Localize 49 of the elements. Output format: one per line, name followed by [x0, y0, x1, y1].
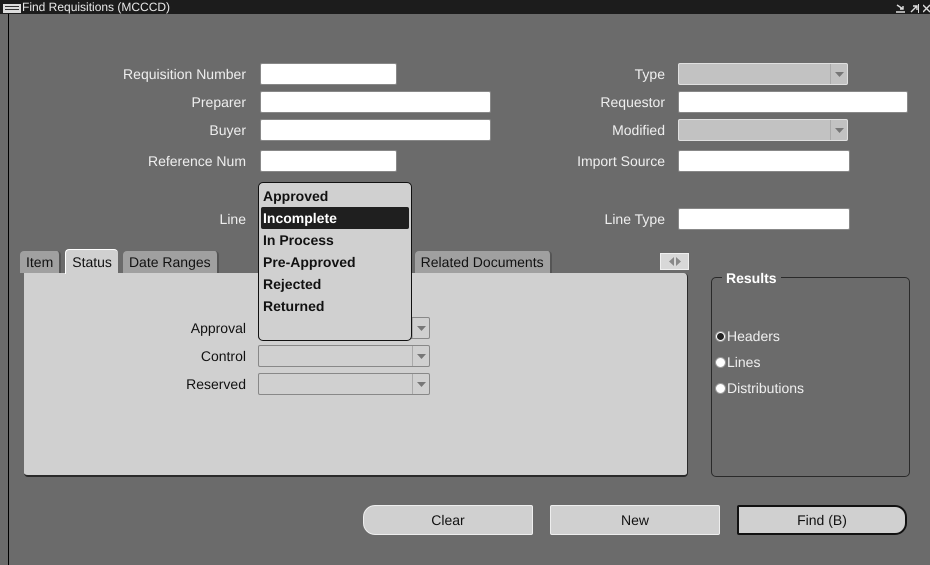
field-label: Line — [218, 210, 246, 228]
radio-option[interactable]: Lines — [715, 352, 909, 372]
action-button[interactable]: New — [550, 505, 720, 535]
list-option[interactable]: Returned — [261, 295, 409, 317]
field-label: Line Type — [604, 210, 665, 229]
list-option[interactable]: In Process — [261, 229, 409, 251]
minimize-icon[interactable] — [896, 4, 905, 13]
field-label: Type — [634, 64, 665, 84]
text-field[interactable] — [260, 150, 397, 172]
radio-option[interactable]: Distributions — [715, 378, 909, 398]
left-right-arrows-icon — [668, 257, 680, 266]
dropdown-arrow-icon[interactable] — [412, 346, 429, 366]
field-label: Requestor — [599, 92, 665, 112]
window-icon — [3, 4, 21, 13]
tab[interactable]: Date Ranges — [122, 251, 219, 273]
dropdown-arrow-icon[interactable] — [830, 120, 847, 140]
action-button[interactable]: Find (B) — [737, 505, 907, 535]
tab[interactable]: Status — [65, 249, 118, 274]
text-field[interactable] — [678, 208, 850, 230]
text-field[interactable] — [260, 63, 397, 85]
maximize-icon[interactable] — [910, 4, 919, 13]
action-button[interactable]: Clear — [363, 505, 533, 535]
text-field[interactable] — [678, 91, 908, 113]
tab[interactable]: Item — [20, 251, 62, 273]
field-label: Import Source — [576, 152, 665, 171]
field-label: Preparer — [190, 92, 246, 112]
list-option[interactable]: Rejected — [261, 273, 409, 295]
tab[interactable]: Related Documents — [414, 251, 552, 273]
field-label: Control — [200, 346, 246, 366]
list-option[interactable]: Incomplete — [261, 207, 409, 229]
close-icon[interactable] — [923, 4, 930, 13]
radio-option[interactable]: Headers — [715, 326, 909, 346]
dropdown-arrow-icon[interactable] — [830, 64, 847, 84]
field-label: Modified — [611, 120, 665, 140]
list-option[interactable]: Pre-Approved — [261, 251, 409, 273]
field-label: Requisition Number — [122, 64, 246, 84]
field-label: Reference Num — [146, 152, 246, 170]
window-title: Find Requisitions (MCCCD) — [22, 0, 170, 14]
dropdown-field[interactable] — [258, 345, 430, 367]
field-label: Approval — [190, 318, 246, 338]
text-field[interactable] — [678, 150, 850, 172]
tab-scroll-button[interactable] — [660, 253, 689, 270]
text-field[interactable] — [260, 91, 491, 113]
dropdown-arrow-icon[interactable] — [412, 374, 429, 394]
list-option[interactable]: Approved — [261, 185, 409, 207]
field-label: Buyer — [208, 120, 246, 140]
text-field[interactable] — [260, 119, 491, 141]
dropdown-field[interactable] — [258, 373, 430, 395]
field-label: Reserved — [185, 374, 246, 394]
